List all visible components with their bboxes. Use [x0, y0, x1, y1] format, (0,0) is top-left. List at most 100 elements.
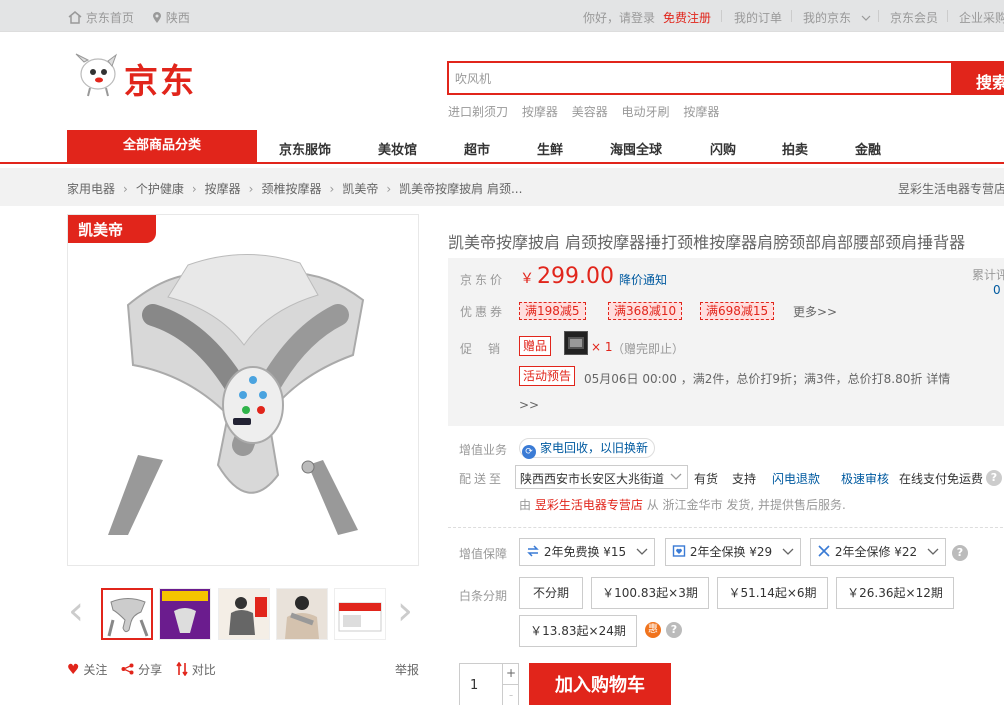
- search-input[interactable]: [449, 63, 951, 93]
- warranty-help-icon[interactable]: ?: [952, 545, 968, 561]
- warranty-exchange-select[interactable]: 2年免费换 ¥15: [519, 538, 656, 566]
- coupon-198[interactable]: 满198减5: [519, 302, 586, 320]
- installment-3[interactable]: ￥100.83起×3期: [591, 577, 709, 609]
- follow-button[interactable]: ♥ 关注: [67, 661, 107, 678]
- gift-quantity: × 1: [591, 340, 613, 354]
- recycle-label: 家电回收，以旧换新: [540, 441, 649, 455]
- thumbnail-2[interactable]: [159, 588, 211, 640]
- divider: [791, 10, 792, 22]
- exchange-icon: [527, 545, 539, 557]
- compare-button[interactable]: 对比: [176, 661, 216, 678]
- installment-none[interactable]: 不分期: [519, 577, 583, 609]
- home-label: 京东首页: [85, 11, 134, 25]
- breadcrumb-item[interactable]: 颈椎按摩器: [261, 182, 321, 196]
- promotion-more-link[interactable]: >>: [519, 398, 539, 412]
- shop-name-link[interactable]: 昱彩生活电器专营店: [898, 180, 1004, 197]
- enterprise-link[interactable]: 企业采购: [959, 9, 1004, 26]
- wrench-icon: [818, 545, 830, 557]
- thumbnail-4[interactable]: [276, 588, 328, 640]
- installment-help-icon[interactable]: ?: [666, 622, 682, 638]
- stock-status: 有货: [694, 472, 719, 486]
- nav-item-fashion[interactable]: 京东服饰: [279, 139, 331, 158]
- hotwords: 进口剃须刀 按摩器 美容器 电动牙刷 按摩器: [448, 103, 729, 120]
- jd-logo-text[interactable]: 京东: [124, 54, 196, 103]
- report-link[interactable]: 举报: [395, 661, 419, 678]
- nav-item-global[interactable]: 海囤全球: [610, 139, 662, 158]
- quantity-minus-button[interactable]: -: [502, 685, 519, 705]
- breadcrumb-item[interactable]: 个护健康: [136, 182, 184, 196]
- price-notify-link[interactable]: 降价通知: [619, 271, 667, 288]
- add-to-cart-button[interactable]: 加入购物车: [529, 663, 671, 705]
- divider: [878, 10, 879, 22]
- coupon-368[interactable]: 满368减10: [608, 302, 683, 320]
- compare-label: 对比: [191, 663, 216, 677]
- thumbnail-5[interactable]: [334, 588, 386, 640]
- nav-item-finance[interactable]: 金融: [855, 139, 881, 158]
- breadcrumb-item[interactable]: 家用电器: [67, 182, 115, 196]
- coupon-label: 优惠券: [460, 305, 506, 319]
- delivery-address-select[interactable]: 陕西西安市长安区大兆街道: [515, 465, 688, 489]
- all-categories-button[interactable]: 全部商品分类: [67, 130, 257, 162]
- breadcrumb-arrow-icon: ›: [123, 182, 128, 196]
- follow-label: 关注: [83, 663, 108, 677]
- compare-icon: [176, 661, 188, 677]
- help-question-icon[interactable]: ?: [986, 470, 1002, 486]
- ship-suffix: 从 浙江金华市 发货, 并提供售后服务.: [646, 498, 846, 512]
- register-link[interactable]: 免费注册: [663, 9, 711, 26]
- thumb-next-arrow-icon[interactable]: ›: [397, 591, 413, 631]
- warranty-full-exchange-select[interactable]: 2年全保换 ¥29: [665, 538, 802, 566]
- hotword-link[interactable]: 进口剃须刀: [448, 105, 508, 119]
- my-jd-link[interactable]: 我的京东: [803, 9, 871, 26]
- nav-item-flash[interactable]: 闪购: [710, 139, 736, 158]
- share-button[interactable]: 分享: [121, 661, 162, 678]
- installment-6[interactable]: ￥51.14起×6期: [717, 577, 828, 609]
- breadcrumb-arrow-icon: ›: [191, 182, 197, 196]
- home-link[interactable]: 京东首页: [68, 9, 134, 26]
- quantity-input[interactable]: 1: [470, 678, 478, 693]
- share-icon: [121, 663, 134, 675]
- discount-badge-icon[interactable]: 惠: [645, 622, 661, 638]
- ship-shop-link[interactable]: 昱彩生活电器专营店: [535, 498, 643, 512]
- coupon-698[interactable]: 满698减15: [700, 302, 775, 320]
- installment-24[interactable]: ￥13.83起×24期: [519, 615, 637, 647]
- fast-review-link[interactable]: 极速审核: [841, 470, 889, 487]
- breadcrumb-item[interactable]: 凯美帝: [342, 182, 378, 196]
- section-divider: [448, 527, 1004, 528]
- hotword-link[interactable]: 按摩器: [683, 105, 719, 119]
- price-amount: 299.00: [537, 264, 614, 289]
- home-icon: [68, 11, 82, 24]
- cumulative-review-count[interactable]: 0: [993, 283, 1001, 297]
- nav-item-beauty[interactable]: 美妆馆: [378, 139, 417, 158]
- my-orders-link[interactable]: 我的订单: [734, 9, 782, 26]
- thumbnail-3[interactable]: [218, 588, 270, 640]
- search-button[interactable]: 搜索: [953, 61, 1004, 95]
- promotion-preview-text: 05月06日 00:00 ，满2件，总价打9折；满3件，总价打8.80折 详情: [584, 372, 951, 386]
- recycle-service-link[interactable]: ⟳ 家电回收，以旧换新: [519, 438, 656, 459]
- thumb-prev-arrow-icon[interactable]: ‹: [68, 591, 84, 631]
- nav-item-auction[interactable]: 拍卖: [782, 139, 808, 158]
- currency-symbol: ￥: [520, 271, 534, 287]
- ship-prefix: 由: [519, 498, 532, 512]
- location-selector[interactable]: 陕西: [152, 9, 190, 26]
- price-label: 京东价: [460, 273, 506, 287]
- gift-thumbnail[interactable]: [564, 331, 588, 355]
- breadcrumb-item[interactable]: 按摩器: [205, 182, 241, 196]
- thumbnail-1[interactable]: [101, 588, 153, 640]
- warranty-repair-select[interactable]: 2年全保修 ¥22: [810, 538, 947, 566]
- nav-item-fresh[interactable]: 生鲜: [537, 139, 563, 158]
- jd-mascot-logo[interactable]: [68, 52, 120, 98]
- more-coupons-link[interactable]: 更多>>: [793, 303, 837, 320]
- hotword-link[interactable]: 按摩器: [522, 105, 558, 119]
- fast-refund-link[interactable]: 闪电退款: [772, 470, 820, 487]
- quantity-plus-button[interactable]: +: [502, 663, 519, 685]
- hotword-link[interactable]: 电动牙刷: [622, 105, 670, 119]
- product-title: 凯美帝按摩披肩 肩颈按摩器捶打颈椎按摩器肩膀颈部肩部腰部颈肩捶背器: [448, 233, 966, 252]
- nav-item-supermarket[interactable]: 超市: [464, 139, 490, 158]
- login-link[interactable]: 你好，请登录: [583, 9, 655, 26]
- product-main-image[interactable]: [67, 214, 419, 566]
- member-link[interactable]: 京东会员: [890, 9, 938, 26]
- hotword-link[interactable]: 美容器: [572, 105, 608, 119]
- search-box: [447, 61, 953, 95]
- installment-12[interactable]: ￥26.36起×12期: [836, 577, 954, 609]
- breadcrumb-arrow-icon: ›: [248, 182, 254, 196]
